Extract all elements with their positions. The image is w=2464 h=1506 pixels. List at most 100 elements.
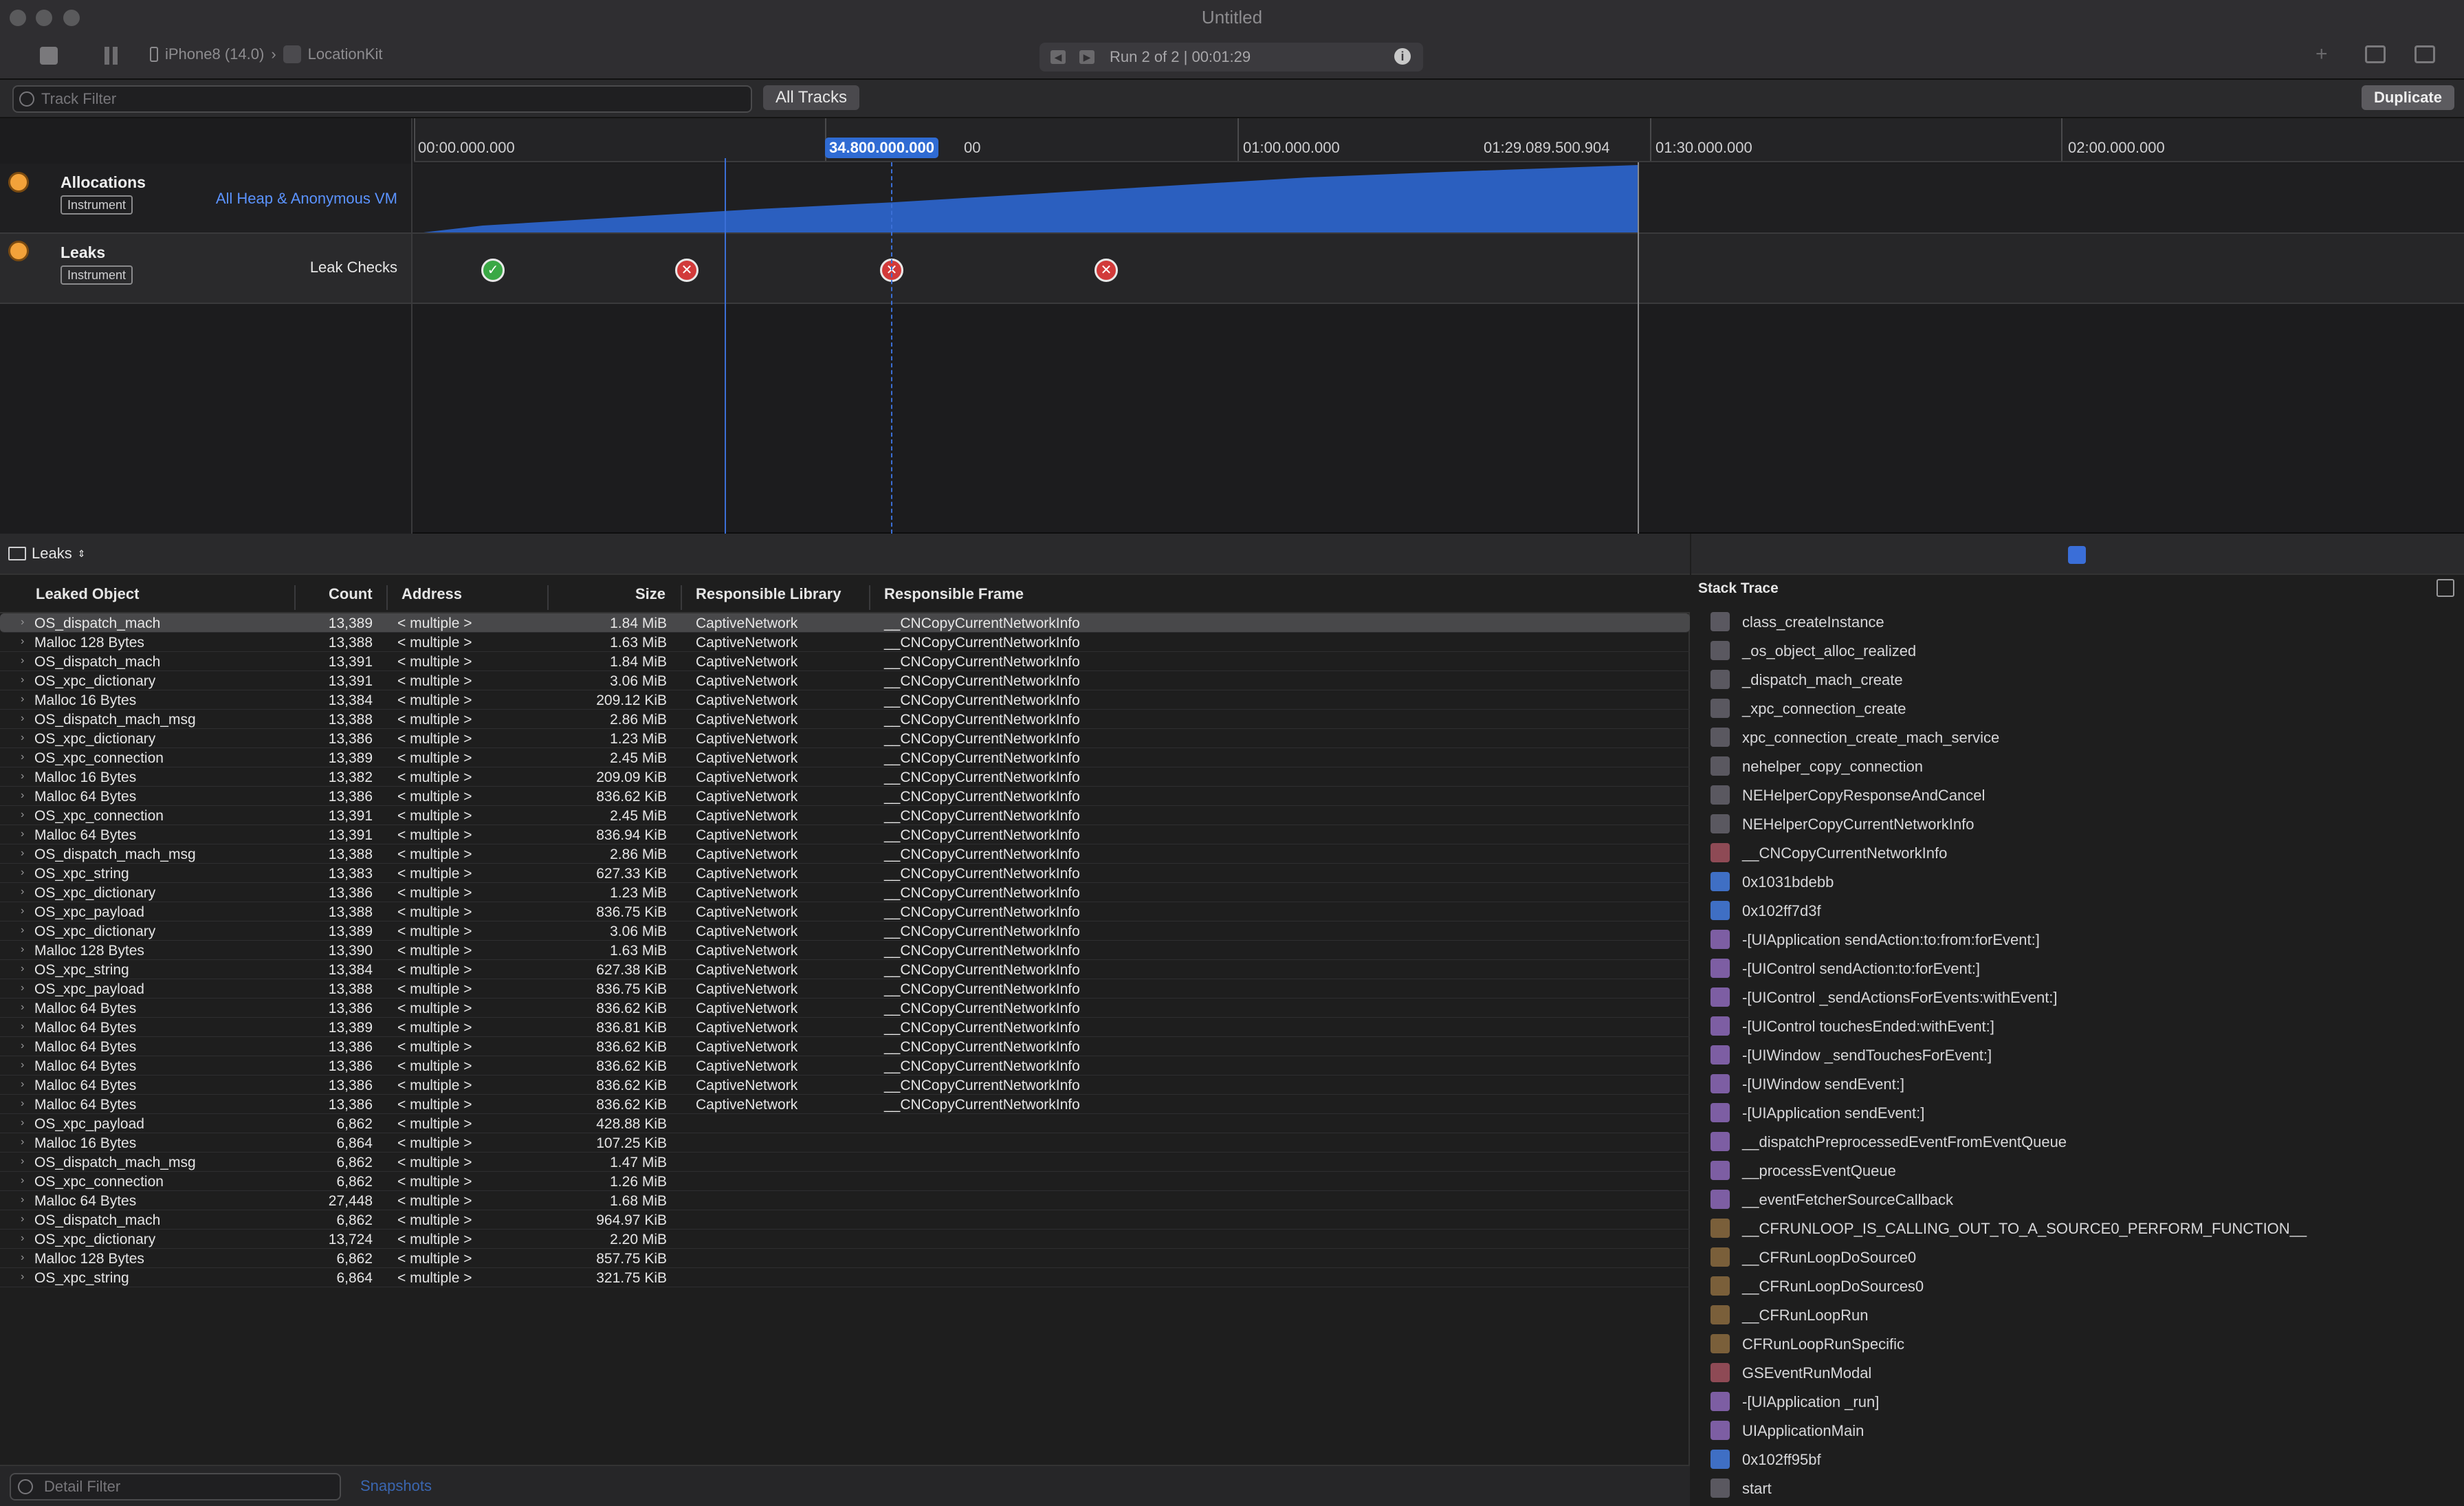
stack-frame[interactable]: _xpc_connection_create — [1710, 695, 2460, 723]
disclosure-triangle-icon[interactable]: › — [21, 982, 24, 994]
disclosure-triangle-icon[interactable]: › — [21, 1117, 24, 1129]
table-row[interactable]: › OS_xpc_string 13,384 < multiple > 627.38 K… — [0, 960, 1690, 979]
table-row[interactable]: › Malloc 16 Bytes 13,382 < multiple > 209.09… — [0, 767, 1690, 787]
table-row[interactable]: › OS_dispatch_mach_msg 13,388 < multiple > 2… — [0, 844, 1690, 864]
extended-detail-icon[interactable] — [2068, 546, 2086, 564]
stack-frame[interactable]: xpc_connection_create_mach_service — [1710, 723, 2460, 752]
leaks-instrument-badge[interactable]: Instrument — [60, 265, 133, 285]
stack-frame[interactable]: CFRunLoopRunSpecific — [1710, 1330, 2460, 1359]
stack-frame[interactable]: -[UIControl _sendActionsForEvents:withEv… — [1710, 983, 2460, 1012]
stack-frame[interactable]: -[UIApplication sendAction:to:from:forEv… — [1710, 926, 2460, 954]
column-leaked-object[interactable]: Leaked Object — [36, 585, 139, 603]
table-row[interactable]: › OS_xpc_payload 13,388 < multiple > 836.75 … — [0, 902, 1690, 921]
disclosure-triangle-icon[interactable]: › — [21, 1232, 24, 1245]
track-filter-input[interactable]: Track Filter — [12, 85, 752, 113]
stack-frame[interactable]: NEHelperCopyResponseAndCancel — [1710, 781, 2460, 810]
table-row[interactable]: › OS_xpc_dictionary 13,386 < multiple > 1.23… — [0, 729, 1690, 748]
table-row[interactable]: › OS_xpc_connection 6,862 < multiple > 1.26 … — [0, 1172, 1690, 1191]
disclosure-triangle-icon[interactable]: › — [21, 866, 24, 879]
target-device-selector[interactable]: iPhone8 (14.0) › LocationKit — [150, 45, 383, 63]
table-row[interactable]: › Malloc 64 Bytes 13,389 < multiple > 836.81… — [0, 1018, 1690, 1037]
detail-filter-input[interactable]: Detail Filter — [10, 1473, 341, 1500]
stack-frame[interactable]: GSEventRunModal — [1710, 1359, 2460, 1388]
table-row[interactable]: › OS_xpc_connection 13,391 < multiple > 2.45… — [0, 806, 1690, 825]
stack-frame[interactable]: __CFRUNLOOP_IS_CALLING_OUT_TO_A_SOURCE0_… — [1710, 1214, 2460, 1243]
column-count[interactable]: Count — [329, 585, 373, 603]
table-row[interactable]: › OS_xpc_connection 13,389 < multiple > 2.45… — [0, 748, 1690, 767]
disclosure-triangle-icon[interactable]: › — [21, 1136, 24, 1148]
disclosure-triangle-icon[interactable]: › — [21, 963, 24, 975]
disclosure-triangle-icon[interactable]: › — [21, 1213, 24, 1225]
disclosure-triangle-icon[interactable]: › — [21, 635, 24, 648]
stack-options-icon[interactable] — [2436, 579, 2454, 597]
next-run-button[interactable]: ▶ — [1079, 50, 1094, 64]
table-row[interactable]: › OS_xpc_payload 13,388 < multiple > 836.75 … — [0, 979, 1690, 998]
stack-frame[interactable]: 0x102ff95bf — [1710, 1445, 2460, 1474]
stack-frame[interactable]: UIApplicationMain — [1710, 1417, 2460, 1445]
stop-recording-button[interactable] — [40, 47, 58, 65]
table-row[interactable]: › Malloc 64 Bytes 27,448 < multiple > 1.68 M… — [0, 1191, 1690, 1210]
disclosure-triangle-icon[interactable]: › — [21, 1059, 24, 1071]
disclosure-triangle-icon[interactable]: › — [21, 732, 24, 744]
table-row[interactable]: › OS_dispatch_mach 13,391 < multiple > 1.84 … — [0, 652, 1690, 671]
stack-frame[interactable]: nehelper_copy_connection — [1710, 752, 2460, 781]
stack-frame[interactable]: -[UIApplication _run] — [1710, 1388, 2460, 1417]
allocations-instrument-badge[interactable]: Instrument — [60, 195, 133, 215]
disclosure-triangle-icon[interactable]: › — [21, 655, 24, 667]
stack-frame[interactable]: -[UIControl sendAction:to:forEvent:] — [1710, 954, 2460, 983]
disclosure-triangle-icon[interactable]: › — [21, 1078, 24, 1091]
disclosure-triangle-icon[interactable]: › — [21, 1155, 24, 1168]
table-row[interactable]: › Malloc 64 Bytes 13,391 < multiple > 836.94… — [0, 825, 1690, 844]
table-row[interactable]: › OS_xpc_string 13,383 < multiple > 627.33 K… — [0, 864, 1690, 883]
leak-check-failed-icon[interactable]: ✕ — [675, 259, 698, 282]
table-row[interactable]: › OS_xpc_string 6,864 < multiple > 321.75 Ki… — [0, 1268, 1690, 1287]
disclosure-triangle-icon[interactable]: › — [21, 943, 24, 956]
stack-frame[interactable]: __CFRunLoopDoSource0 — [1710, 1243, 2460, 1272]
column-address[interactable]: Address — [402, 585, 462, 603]
snapshots-tab[interactable]: Snapshots — [360, 1477, 432, 1495]
disclosure-triangle-icon[interactable]: › — [21, 1021, 24, 1033]
stack-frame[interactable]: __CFRunLoopRun — [1710, 1301, 2460, 1330]
disclosure-triangle-icon[interactable]: › — [21, 1194, 24, 1206]
disclosure-triangle-icon[interactable]: › — [21, 1175, 24, 1187]
stack-frame[interactable]: -[UIApplication sendEvent:] — [1710, 1099, 2460, 1128]
table-row[interactable]: › Malloc 64 Bytes 13,386 < multiple > 836.62… — [0, 1056, 1690, 1076]
table-row[interactable]: › Malloc 64 Bytes 13,386 < multiple > 836.62… — [0, 998, 1690, 1018]
disclosure-triangle-icon[interactable]: › — [21, 886, 24, 898]
disclosure-triangle-icon[interactable]: › — [21, 789, 24, 802]
table-row[interactable]: › OS_dispatch_mach_msg 6,862 < multiple > 1.… — [0, 1153, 1690, 1172]
table-row[interactable]: › Malloc 128 Bytes 6,862 < multiple > 857.75… — [0, 1249, 1690, 1268]
stack-frame[interactable]: class_createInstance — [1710, 608, 2460, 637]
pause-button[interactable] — [103, 47, 120, 65]
table-row[interactable]: › OS_dispatch_mach 6,862 < multiple > 964.97… — [0, 1210, 1690, 1230]
table-row[interactable]: › OS_xpc_dictionary 13,386 < multiple > 1.23… — [0, 883, 1690, 902]
playhead-time-label[interactable]: 34.800.000.000 — [825, 138, 938, 158]
toggle-inspector-icon[interactable] — [2414, 45, 2435, 63]
stack-frame[interactable]: 0x1031bdebb — [1710, 868, 2460, 897]
inspection-head-line[interactable] — [725, 158, 726, 534]
disclosure-triangle-icon[interactable]: › — [21, 809, 24, 821]
table-row[interactable]: › OS_xpc_dictionary 13,724 < multiple > 2.20… — [0, 1230, 1690, 1249]
leak-check-passed-icon[interactable]: ✓ — [481, 259, 505, 282]
stack-frame[interactable]: _dispatch_mach_create — [1710, 666, 2460, 695]
table-row[interactable]: › OS_xpc_dictionary 13,391 < multiple > 3.06… — [0, 671, 1690, 690]
stack-frame[interactable]: __CFRunLoopDoSources0 — [1710, 1272, 2460, 1301]
previous-run-button[interactable]: ◀ — [1050, 50, 1066, 64]
allocations-track[interactable]: Allocations Instrument All Heap & Anonym… — [0, 164, 2464, 234]
stack-frame[interactable]: start — [1710, 1474, 2460, 1503]
stack-frame[interactable]: __dispatchPreprocessedEventFromEventQueu… — [1710, 1128, 2460, 1157]
table-row[interactable]: › Malloc 64 Bytes 13,386 < multiple > 836.62… — [0, 1037, 1690, 1056]
playhead-line[interactable] — [891, 162, 892, 534]
disclosure-triangle-icon[interactable]: › — [21, 1271, 24, 1283]
toggle-detail-pane-icon[interactable] — [2365, 45, 2386, 63]
time-ruler[interactable]: 00:00.000.000 01:00.000.000 01:29.089.50… — [414, 118, 2464, 162]
stack-frame[interactable]: -[UIControl touchesEnded:withEvent:] — [1710, 1012, 2460, 1041]
duplicate-button[interactable]: Duplicate — [2361, 85, 2454, 110]
leak-check-failed-icon[interactable]: ✕ — [1094, 259, 1118, 282]
table-row[interactable]: › Malloc 128 Bytes 13,388 < multiple > 1.63 … — [0, 633, 1690, 652]
stack-frame[interactable]: -[UIWindow sendEvent:] — [1710, 1070, 2460, 1099]
stack-frame[interactable]: __eventFetcherSourceCallback — [1710, 1186, 2460, 1214]
table-row[interactable]: › Malloc 64 Bytes 13,386 < multiple > 836.62… — [0, 1076, 1690, 1095]
column-responsible-library[interactable]: Responsible Library — [696, 585, 842, 603]
disclosure-triangle-icon[interactable]: › — [21, 1040, 24, 1052]
